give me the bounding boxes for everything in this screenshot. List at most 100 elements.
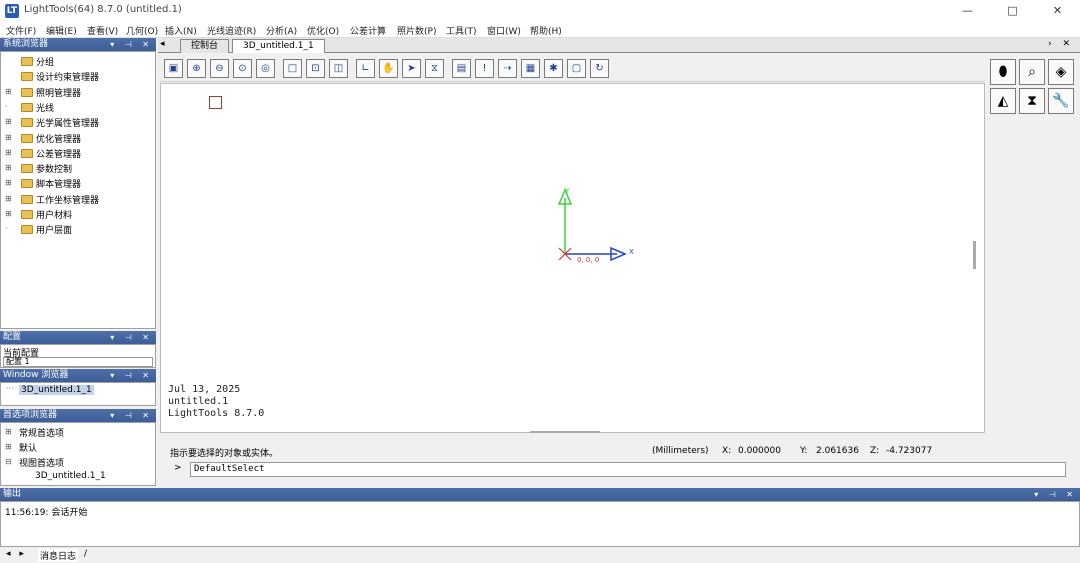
expand-icon[interactable]: ⊞	[5, 209, 12, 218]
panel-icon[interactable]: ▤	[452, 59, 471, 78]
zoom-out-icon[interactable]: ⊖	[210, 59, 229, 78]
current-config-select[interactable]: 配置 1	[3, 357, 153, 367]
menu-geometry[interactable]: 几何(O)	[126, 24, 158, 37]
menu-tools[interactable]: 工具(T)	[446, 24, 477, 37]
output-tab-nav[interactable]: ◂ ▸	[6, 549, 27, 559]
analysis-tool-icon[interactable]: ⌕	[1019, 59, 1045, 85]
expand-icon[interactable]: ⊞	[5, 163, 12, 172]
command-input[interactable]: DefaultSelect	[190, 462, 1066, 477]
tree-item[interactable]: ⊞ 脚本管理器	[1, 176, 155, 191]
panel-header-buttons[interactable]: ▾ ⊣ ✕	[110, 331, 153, 344]
tree-item[interactable]: 设计约束管理器	[1, 69, 155, 84]
minimize-button[interactable]: —	[945, 0, 990, 22]
zoom-fit-icon[interactable]: ◎	[256, 59, 275, 78]
configuration-header: 配置 ▾ ⊣ ✕	[0, 331, 156, 344]
lens-icon[interactable]: ⧖	[425, 59, 444, 78]
lens-group-icon[interactable]: ⧗	[1019, 88, 1045, 114]
mirror-tool-icon[interactable]: ◭	[990, 88, 1016, 114]
menu-insert[interactable]: 插入(N)	[165, 24, 197, 37]
bug-icon[interactable]: ✱	[544, 59, 563, 78]
menu-tolerance[interactable]: 公差计算	[350, 24, 386, 37]
refresh-icon[interactable]: ↻	[590, 59, 609, 78]
coordinate-x-label: X:	[722, 446, 732, 456]
preference-item[interactable]: ⊟ 视图首选项	[1, 455, 155, 470]
panel-header-buttons[interactable]: ▾ ⊣ ✕	[110, 38, 153, 51]
viewport-resize-handle[interactable]	[530, 431, 600, 433]
ray-icon[interactable]: ⇢	[498, 59, 517, 78]
menu-raytrace[interactable]: 光线追迹(R)	[207, 24, 256, 37]
viewport-file: untitled.1	[168, 396, 229, 407]
expand-icon[interactable]: ⊟	[5, 457, 12, 466]
tree-item-label: 工作坐标管理器	[36, 195, 100, 206]
tree-item[interactable]: ⊞ 照明管理器	[1, 85, 155, 100]
tree-item-label: 优化管理器	[36, 134, 82, 145]
tree-item[interactable]: ⊞ 光学属性管理器	[1, 115, 155, 130]
tree-item[interactable]: ⊞ 工作坐标管理器	[1, 192, 155, 207]
tree-item[interactable]: 分组	[1, 54, 155, 69]
window-browser-item[interactable]: 3D_untitled.1_1	[19, 385, 94, 395]
expand-icon[interactable]: ⊞	[5, 194, 12, 203]
frame-icon[interactable]: ⊡	[306, 59, 325, 78]
expand-icon[interactable]: ⊞	[5, 148, 12, 157]
menu-help[interactable]: 帮助(H)	[530, 24, 562, 37]
zoom-window-icon[interactable]: ⊙	[233, 59, 252, 78]
tab-3d-view[interactable]: 3D_untitled.1_1	[232, 39, 325, 53]
menu-optimize[interactable]: 优化(O)	[307, 24, 339, 37]
tab-scroll-left-icon[interactable]: ◂	[160, 39, 165, 49]
preference-item[interactable]: ⊞ 常规首选项	[1, 425, 155, 440]
expand-icon[interactable]: ⊞	[5, 117, 12, 126]
axis-icon[interactable]: ∟	[356, 59, 375, 78]
panel-header-buttons[interactable]: ▾ ⊣ ✕	[110, 409, 153, 422]
tree-item[interactable]: · 用户层面	[1, 222, 155, 237]
panel-header-buttons[interactable]: ▾ ⊣ ✕	[110, 369, 153, 382]
output-header-buttons[interactable]: ▾ ⊣ ✕	[1034, 488, 1077, 501]
menu-analysis[interactable]: 分析(A)	[266, 24, 297, 37]
output-log[interactable]: 11:56:19: 会话开始	[0, 501, 1080, 547]
tab-separator: /	[84, 549, 88, 559]
menu-file[interactable]: 文件(F)	[6, 24, 36, 37]
tree-item[interactable]: ⊞ 用户材料	[1, 207, 155, 222]
preference-item[interactable]: ⊞ 默认	[1, 440, 155, 455]
menu-view[interactable]: 查看(V)	[87, 24, 118, 37]
viewport-splitter[interactable]	[973, 241, 976, 269]
expand-icon[interactable]: ⊞	[5, 133, 12, 142]
tab-message-log[interactable]: 消息日志	[38, 549, 79, 562]
lens-tool-icon[interactable]: ⬮	[990, 59, 1016, 85]
tree-item-label: 脚本管理器	[36, 180, 82, 191]
cube-tool-icon[interactable]: ◈	[1048, 59, 1074, 85]
expand-icon[interactable]: ⊞	[5, 427, 12, 436]
3d-viewport[interactable]: Y X 0, 0, 0 Jul 13, 2025 untitled.1 Ligh…	[160, 83, 985, 433]
info-icon[interactable]: !	[475, 59, 494, 78]
rectangle-icon[interactable]: □	[283, 59, 302, 78]
tree-item[interactable]: ⊞ 公差管理器	[1, 146, 155, 161]
expand-icon[interactable]: ⊞	[5, 178, 12, 187]
tree-item[interactable]: ⊞ 优化管理器	[1, 131, 155, 146]
expand-icon[interactable]: ⊞	[5, 87, 12, 96]
folder-icon	[21, 164, 33, 174]
tab-console[interactable]: 控制台	[180, 39, 230, 53]
coordinate-z-label: Z:	[870, 446, 880, 456]
wrench-tool-icon[interactable]: 🔧	[1048, 88, 1074, 114]
select-arrow-icon[interactable]: ➤	[402, 59, 421, 78]
grid-icon[interactable]: ▦	[521, 59, 540, 78]
zoom-in-icon[interactable]: ⊕	[187, 59, 206, 78]
snapshot-icon[interactable]: ▢	[567, 59, 586, 78]
menu-illumination[interactable]: 照片数(P)	[397, 24, 436, 37]
tree-item-label: 参数控制	[36, 165, 73, 176]
tab-controls[interactable]: › ✕	[1048, 39, 1074, 49]
pan-icon[interactable]: ✋	[379, 59, 398, 78]
menu-edit[interactable]: 编辑(E)	[46, 24, 77, 37]
origin-label: 0, 0, 0	[577, 256, 600, 264]
maximize-button[interactable]: □	[990, 0, 1035, 22]
system-navigator-tree: 分组 设计约束管理器 ⊞ 照明管理器 · 光线 ⊞ 光学属性管理器 ⊞ 优化管理器 ⊞ 公差管理器 ⊞ 参…	[0, 51, 156, 329]
window-browser-title: Window 浏览器	[3, 370, 69, 380]
cube-icon[interactable]: ◫	[329, 59, 348, 78]
document-tabbar: ◂ 控制台 3D_untitled.1_1 › ✕	[158, 38, 1080, 53]
save-icon[interactable]: ▣	[164, 59, 183, 78]
preference-item[interactable]: 3D_untitled.1_1	[1, 470, 155, 485]
close-button[interactable]: ✕	[1035, 0, 1080, 22]
menu-window[interactable]: 窗口(W)	[487, 24, 521, 37]
tree-item[interactable]: · 光线	[1, 100, 155, 115]
expand-icon[interactable]: ⊞	[5, 442, 12, 451]
tree-item[interactable]: ⊞ 参数控制	[1, 161, 155, 176]
